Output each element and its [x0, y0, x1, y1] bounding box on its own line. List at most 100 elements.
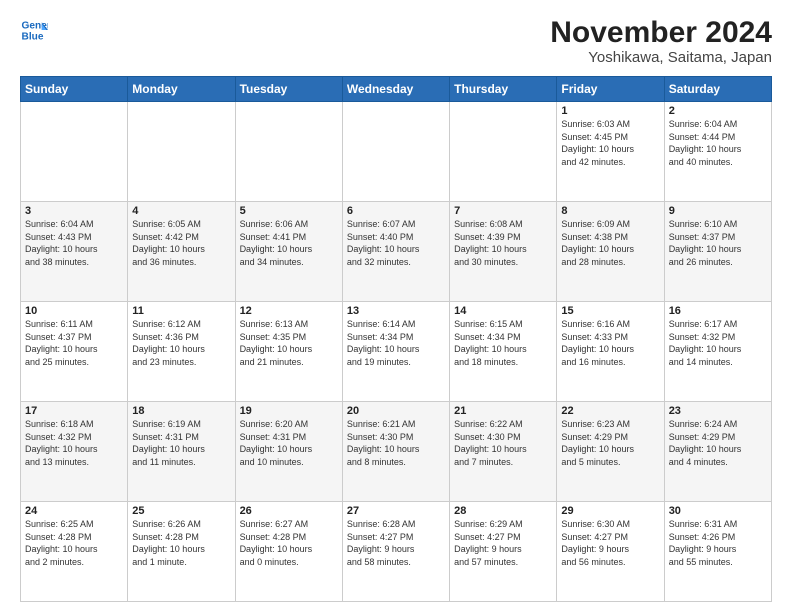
svg-text:Blue: Blue — [22, 31, 44, 42]
day-info: Sunrise: 6:27 AM Sunset: 4:28 PM Dayligh… — [240, 518, 338, 568]
day-number: 8 — [561, 205, 659, 217]
day-info: Sunrise: 6:06 AM Sunset: 4:41 PM Dayligh… — [240, 218, 338, 268]
day-info: Sunrise: 6:16 AM Sunset: 4:33 PM Dayligh… — [561, 318, 659, 368]
day-info: Sunrise: 6:04 AM Sunset: 4:43 PM Dayligh… — [25, 218, 123, 268]
day-info: Sunrise: 6:03 AM Sunset: 4:45 PM Dayligh… — [561, 118, 659, 168]
calendar-week-1: 1Sunrise: 6:03 AM Sunset: 4:45 PM Daylig… — [21, 102, 772, 202]
calendar-cell: 9Sunrise: 6:10 AM Sunset: 4:37 PM Daylig… — [664, 202, 771, 302]
calendar-cell: 4Sunrise: 6:05 AM Sunset: 4:42 PM Daylig… — [128, 202, 235, 302]
calendar-cell — [450, 102, 557, 202]
day-number: 18 — [132, 405, 230, 417]
day-info: Sunrise: 6:14 AM Sunset: 4:34 PM Dayligh… — [347, 318, 445, 368]
day-info: Sunrise: 6:17 AM Sunset: 4:32 PM Dayligh… — [669, 318, 767, 368]
page: General Blue November 2024 Yoshikawa, Sa… — [0, 0, 792, 612]
day-number: 21 — [454, 405, 552, 417]
calendar-cell — [235, 102, 342, 202]
calendar-cell — [128, 102, 235, 202]
day-info: Sunrise: 6:08 AM Sunset: 4:39 PM Dayligh… — [454, 218, 552, 268]
day-number: 27 — [347, 505, 445, 517]
calendar-cell: 10Sunrise: 6:11 AM Sunset: 4:37 PM Dayli… — [21, 302, 128, 402]
logo: General Blue — [20, 16, 48, 44]
day-number: 6 — [347, 205, 445, 217]
header: General Blue November 2024 Yoshikawa, Sa… — [20, 16, 772, 66]
calendar-cell: 14Sunrise: 6:15 AM Sunset: 4:34 PM Dayli… — [450, 302, 557, 402]
day-number: 12 — [240, 305, 338, 317]
day-info: Sunrise: 6:26 AM Sunset: 4:28 PM Dayligh… — [132, 518, 230, 568]
day-info: Sunrise: 6:07 AM Sunset: 4:40 PM Dayligh… — [347, 218, 445, 268]
calendar-cell: 6Sunrise: 6:07 AM Sunset: 4:40 PM Daylig… — [342, 202, 449, 302]
day-info: Sunrise: 6:05 AM Sunset: 4:42 PM Dayligh… — [132, 218, 230, 268]
day-number: 20 — [347, 405, 445, 417]
day-number: 24 — [25, 505, 123, 517]
day-number: 22 — [561, 405, 659, 417]
title-block: November 2024 Yoshikawa, Saitama, Japan — [550, 16, 772, 66]
day-info: Sunrise: 6:13 AM Sunset: 4:35 PM Dayligh… — [240, 318, 338, 368]
calendar-cell: 17Sunrise: 6:18 AM Sunset: 4:32 PM Dayli… — [21, 402, 128, 502]
calendar-cell — [21, 102, 128, 202]
day-info: Sunrise: 6:20 AM Sunset: 4:31 PM Dayligh… — [240, 418, 338, 468]
day-info: Sunrise: 6:21 AM Sunset: 4:30 PM Dayligh… — [347, 418, 445, 468]
calendar-cell: 16Sunrise: 6:17 AM Sunset: 4:32 PM Dayli… — [664, 302, 771, 402]
calendar-title: November 2024 — [550, 16, 772, 49]
calendar-cell: 13Sunrise: 6:14 AM Sunset: 4:34 PM Dayli… — [342, 302, 449, 402]
calendar-week-2: 3Sunrise: 6:04 AM Sunset: 4:43 PM Daylig… — [21, 202, 772, 302]
calendar-cell: 29Sunrise: 6:30 AM Sunset: 4:27 PM Dayli… — [557, 502, 664, 602]
calendar-week-5: 24Sunrise: 6:25 AM Sunset: 4:28 PM Dayli… — [21, 502, 772, 602]
calendar-cell: 8Sunrise: 6:09 AM Sunset: 4:38 PM Daylig… — [557, 202, 664, 302]
calendar-cell: 20Sunrise: 6:21 AM Sunset: 4:30 PM Dayli… — [342, 402, 449, 502]
calendar-cell: 22Sunrise: 6:23 AM Sunset: 4:29 PM Dayli… — [557, 402, 664, 502]
calendar-week-3: 10Sunrise: 6:11 AM Sunset: 4:37 PM Dayli… — [21, 302, 772, 402]
day-info: Sunrise: 6:11 AM Sunset: 4:37 PM Dayligh… — [25, 318, 123, 368]
day-info: Sunrise: 6:25 AM Sunset: 4:28 PM Dayligh… — [25, 518, 123, 568]
calendar-cell — [342, 102, 449, 202]
day-info: Sunrise: 6:24 AM Sunset: 4:29 PM Dayligh… — [669, 418, 767, 468]
day-number: 13 — [347, 305, 445, 317]
day-number: 16 — [669, 305, 767, 317]
calendar-cell: 26Sunrise: 6:27 AM Sunset: 4:28 PM Dayli… — [235, 502, 342, 602]
day-number: 9 — [669, 205, 767, 217]
day-info: Sunrise: 6:10 AM Sunset: 4:37 PM Dayligh… — [669, 218, 767, 268]
day-info: Sunrise: 6:15 AM Sunset: 4:34 PM Dayligh… — [454, 318, 552, 368]
day-info: Sunrise: 6:31 AM Sunset: 4:26 PM Dayligh… — [669, 518, 767, 568]
day-number: 7 — [454, 205, 552, 217]
weekday-header-row: SundayMondayTuesdayWednesdayThursdayFrid… — [21, 77, 772, 102]
weekday-header-tuesday: Tuesday — [235, 77, 342, 102]
day-number: 5 — [240, 205, 338, 217]
weekday-header-wednesday: Wednesday — [342, 77, 449, 102]
day-number: 1 — [561, 105, 659, 117]
day-number: 26 — [240, 505, 338, 517]
weekday-header-friday: Friday — [557, 77, 664, 102]
calendar-cell: 5Sunrise: 6:06 AM Sunset: 4:41 PM Daylig… — [235, 202, 342, 302]
calendar-cell: 28Sunrise: 6:29 AM Sunset: 4:27 PM Dayli… — [450, 502, 557, 602]
calendar-cell: 3Sunrise: 6:04 AM Sunset: 4:43 PM Daylig… — [21, 202, 128, 302]
day-number: 17 — [25, 405, 123, 417]
day-info: Sunrise: 6:09 AM Sunset: 4:38 PM Dayligh… — [561, 218, 659, 268]
day-number: 25 — [132, 505, 230, 517]
day-number: 28 — [454, 505, 552, 517]
day-number: 23 — [669, 405, 767, 417]
calendar-cell: 19Sunrise: 6:20 AM Sunset: 4:31 PM Dayli… — [235, 402, 342, 502]
calendar-table: SundayMondayTuesdayWednesdayThursdayFrid… — [20, 76, 772, 602]
day-number: 3 — [25, 205, 123, 217]
day-info: Sunrise: 6:28 AM Sunset: 4:27 PM Dayligh… — [347, 518, 445, 568]
day-number: 2 — [669, 105, 767, 117]
weekday-header-sunday: Sunday — [21, 77, 128, 102]
day-number: 14 — [454, 305, 552, 317]
calendar-cell: 24Sunrise: 6:25 AM Sunset: 4:28 PM Dayli… — [21, 502, 128, 602]
day-info: Sunrise: 6:23 AM Sunset: 4:29 PM Dayligh… — [561, 418, 659, 468]
day-info: Sunrise: 6:22 AM Sunset: 4:30 PM Dayligh… — [454, 418, 552, 468]
calendar-cell: 18Sunrise: 6:19 AM Sunset: 4:31 PM Dayli… — [128, 402, 235, 502]
day-info: Sunrise: 6:29 AM Sunset: 4:27 PM Dayligh… — [454, 518, 552, 568]
calendar-cell: 12Sunrise: 6:13 AM Sunset: 4:35 PM Dayli… — [235, 302, 342, 402]
day-info: Sunrise: 6:18 AM Sunset: 4:32 PM Dayligh… — [25, 418, 123, 468]
calendar-cell: 25Sunrise: 6:26 AM Sunset: 4:28 PM Dayli… — [128, 502, 235, 602]
calendar-cell: 30Sunrise: 6:31 AM Sunset: 4:26 PM Dayli… — [664, 502, 771, 602]
calendar-cell: 15Sunrise: 6:16 AM Sunset: 4:33 PM Dayli… — [557, 302, 664, 402]
day-info: Sunrise: 6:04 AM Sunset: 4:44 PM Dayligh… — [669, 118, 767, 168]
weekday-header-thursday: Thursday — [450, 77, 557, 102]
calendar-week-4: 17Sunrise: 6:18 AM Sunset: 4:32 PM Dayli… — [21, 402, 772, 502]
day-info: Sunrise: 6:12 AM Sunset: 4:36 PM Dayligh… — [132, 318, 230, 368]
day-number: 15 — [561, 305, 659, 317]
logo-icon: General Blue — [20, 16, 48, 44]
day-number: 30 — [669, 505, 767, 517]
